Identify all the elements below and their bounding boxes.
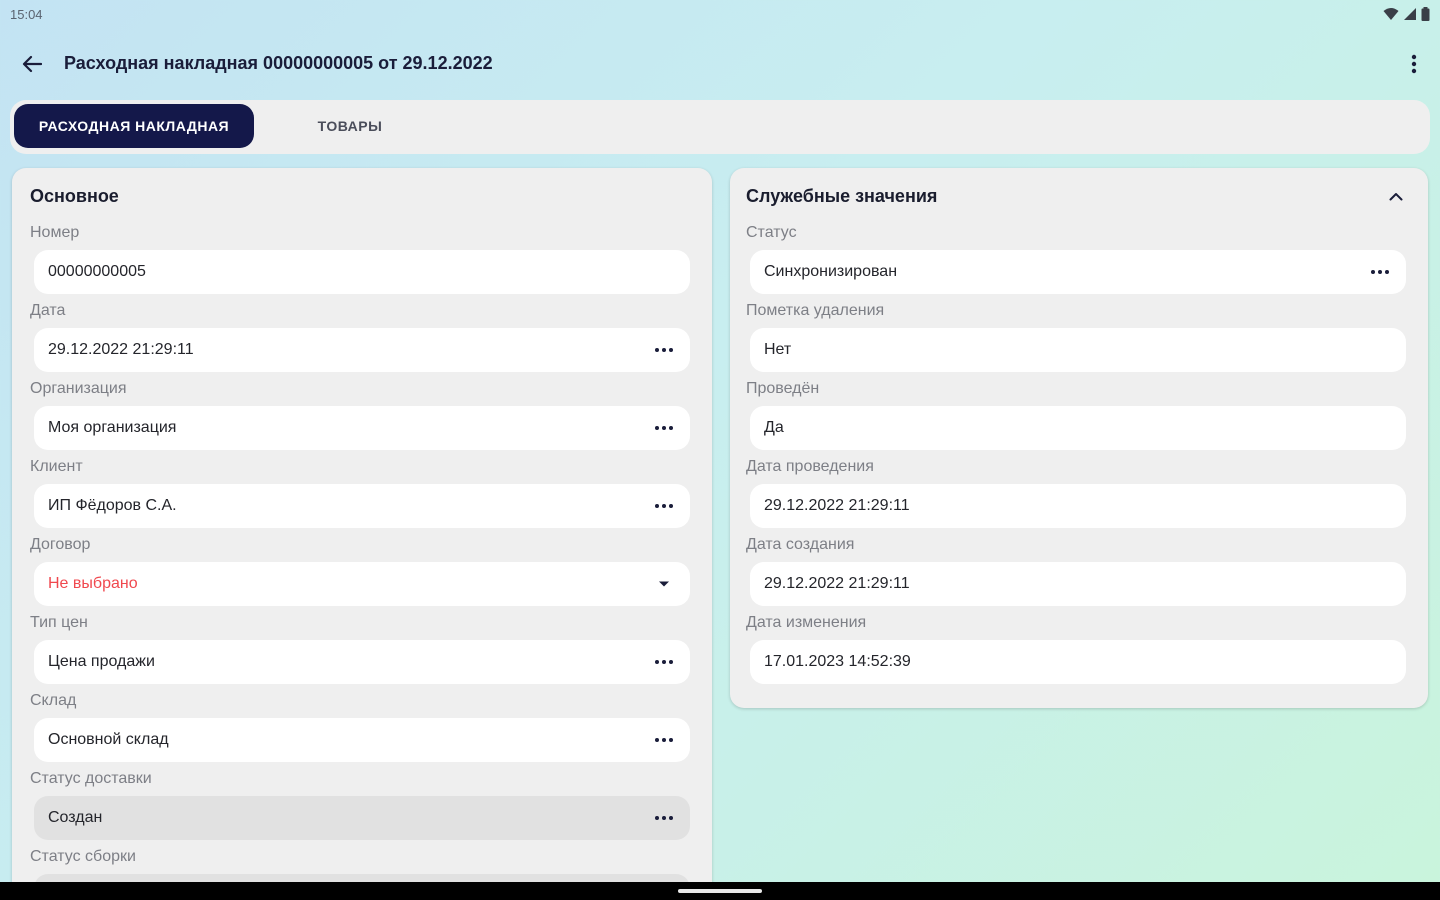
more-horizontal-icon (655, 660, 673, 664)
organization-value: Моя организация (48, 419, 177, 436)
wifi-icon (1383, 8, 1399, 20)
client-value: ИП Фёдоров С.А. (48, 497, 177, 514)
more-horizontal-icon (655, 816, 673, 820)
price-type-more-button[interactable] (652, 650, 676, 674)
date-more-button[interactable] (652, 338, 676, 362)
field-label-modified-date: Дата изменения (746, 614, 867, 631)
more-vertical-icon (1411, 54, 1417, 74)
field-label-price-type: Тип цен (30, 614, 88, 631)
deletion-mark-field[interactable]: Нет (750, 328, 1406, 372)
home-gesture-handle[interactable] (678, 889, 762, 893)
field-label-posted: Проведён (746, 380, 820, 397)
warehouse-value: Основной склад (48, 731, 169, 748)
status-icons (1383, 7, 1430, 21)
field-label-created-date: Дата создания (746, 536, 855, 553)
contract-value: Не выбрано (48, 575, 138, 592)
field-label-client: Клиент (30, 458, 83, 475)
service-card-title: Служебные значения (746, 186, 938, 206)
tab-bar: РАСХОДНАЯ НАКЛАДНАЯ ТОВАРЫ (10, 100, 1430, 154)
more-horizontal-icon (655, 348, 673, 352)
delivery-status-more-button[interactable] (652, 806, 676, 830)
field-label-delivery-status: Статус доставки (30, 770, 152, 787)
number-field[interactable]: 00000000005 (34, 250, 690, 294)
contract-dropdown-button[interactable] (652, 572, 676, 596)
client-more-button[interactable] (652, 494, 676, 518)
organization-field[interactable]: Моя организация (34, 406, 690, 450)
delivery-status-field[interactable]: Создан (34, 796, 690, 840)
modified-date-value: 17.01.2023 14:52:39 (764, 653, 911, 670)
dropdown-arrow-icon (659, 581, 669, 587)
price-type-field[interactable]: Цена продажи (34, 640, 690, 684)
page-title: Расходная накладная 00000000005 от 29.12… (64, 53, 493, 73)
system-nav-bar (0, 882, 1440, 900)
modified-date-field[interactable]: 17.01.2023 14:52:39 (750, 640, 1406, 684)
field-label-posting-date: Дата проведения (746, 458, 874, 475)
posting-date-value: 29.12.2022 21:29:11 (764, 497, 910, 514)
chevron-up-icon (1389, 192, 1403, 200)
main-card-title: Основное (30, 186, 119, 206)
date-field[interactable]: 29.12.2022 21:29:11 (34, 328, 690, 372)
client-field[interactable]: ИП Фёдоров С.А. (34, 484, 690, 528)
arrow-left-icon (22, 55, 42, 73)
more-horizontal-icon (655, 426, 673, 430)
field-label-assembly-status: Статус сборки (30, 848, 136, 865)
deletion-mark-value: Нет (764, 341, 792, 358)
signal-icon (1404, 8, 1416, 20)
tab-invoice[interactable]: РАСХОДНАЯ НАКЛАДНАЯ (14, 104, 254, 148)
field-label-date: Дата (30, 302, 66, 319)
status-time: 15:04 (10, 6, 43, 22)
status-more-button[interactable] (1368, 260, 1392, 284)
posting-date-field[interactable]: 29.12.2022 21:29:11 (750, 484, 1406, 528)
more-menu-button[interactable] (1404, 50, 1424, 78)
posted-value: Да (764, 419, 784, 436)
back-button[interactable] (14, 50, 50, 78)
price-type-value: Цена продажи (48, 653, 155, 670)
tab-goods[interactable]: ТОВАРЫ (300, 104, 400, 148)
warehouse-field[interactable]: Основной склад (34, 718, 690, 762)
created-date-field[interactable]: 29.12.2022 21:29:11 (750, 562, 1406, 606)
created-date-value: 29.12.2022 21:29:11 (764, 575, 910, 592)
field-label-warehouse: Склад (30, 692, 77, 709)
field-label-contract: Договор (30, 536, 91, 553)
collapse-button[interactable] (1386, 186, 1406, 206)
service-values-card: Служебные значения Статус Синхронизирова… (730, 168, 1428, 708)
main-info-card: Основное Номер 00000000005 Дата 29.12.20… (12, 168, 712, 900)
field-label-deletion-mark: Пометка удаления (746, 302, 885, 319)
warehouse-more-button[interactable] (652, 728, 676, 752)
delivery-status-value: Создан (48, 809, 103, 826)
status-value: Синхронизирован (764, 263, 898, 280)
date-value: 29.12.2022 21:29:11 (48, 341, 194, 358)
more-horizontal-icon (655, 504, 673, 508)
field-label-status: Статус (746, 224, 797, 241)
status-field[interactable]: Синхронизирован (750, 250, 1406, 294)
battery-icon (1421, 7, 1430, 21)
organization-more-button[interactable] (652, 416, 676, 440)
more-horizontal-icon (655, 738, 673, 742)
contract-select[interactable]: Не выбрано (34, 562, 690, 606)
field-label-organization: Организация (30, 380, 127, 397)
posted-field[interactable]: Да (750, 406, 1406, 450)
app-bar: Расходная накладная 00000000005 от 29.12… (0, 36, 1440, 92)
status-bar: 15:04 (0, 0, 1440, 28)
field-label-number: Номер (30, 224, 80, 241)
number-value: 00000000005 (48, 263, 146, 280)
more-horizontal-icon (1371, 270, 1389, 274)
